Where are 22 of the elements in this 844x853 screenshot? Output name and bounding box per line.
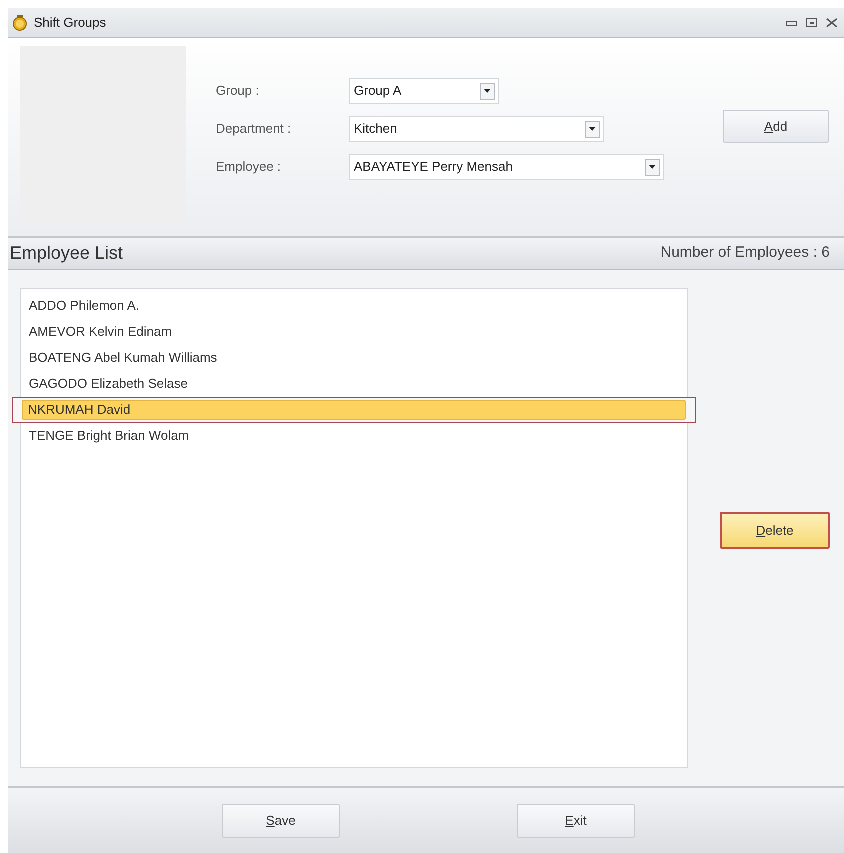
list-item[interactable]: GAGODO Elizabeth Selase — [22, 371, 686, 397]
section-title: Employee List — [10, 242, 124, 265]
field-label: Group : — [216, 82, 260, 100]
save-button[interactable]: Save — [222, 804, 340, 838]
employee-count: Number of Employees : 6 — [660, 243, 830, 264]
dropdown-field[interactable]: ABAYATEYE Perry Mensah — [349, 154, 664, 180]
window-title: Shift Groups — [34, 14, 106, 32]
close-icon[interactable] — [826, 18, 838, 28]
field-label: Employee : — [216, 158, 282, 176]
exit-button[interactable]: Exit — [517, 804, 635, 838]
list-item[interactable]: NKRUMAH David — [12, 397, 696, 423]
list-item[interactable]: TENGE Bright Brian Wolam — [22, 423, 686, 449]
dropdown-field[interactable]: Group A — [349, 78, 499, 104]
dropdown-field[interactable]: Kitchen — [349, 116, 604, 142]
maximize-icon[interactable] — [806, 18, 818, 28]
field-label: Department : — [216, 120, 292, 138]
add-button[interactable]: Add — [723, 110, 829, 143]
list-item[interactable]: ADDO Philemon A. — [22, 293, 686, 319]
clock-icon — [12, 14, 28, 30]
delete-button[interactable]: Delete — [720, 512, 830, 549]
list-item[interactable]: AMEVOR Kelvin Edinam — [22, 319, 686, 345]
list-item[interactable]: BOATENG Abel Kumah Williams — [22, 345, 686, 371]
